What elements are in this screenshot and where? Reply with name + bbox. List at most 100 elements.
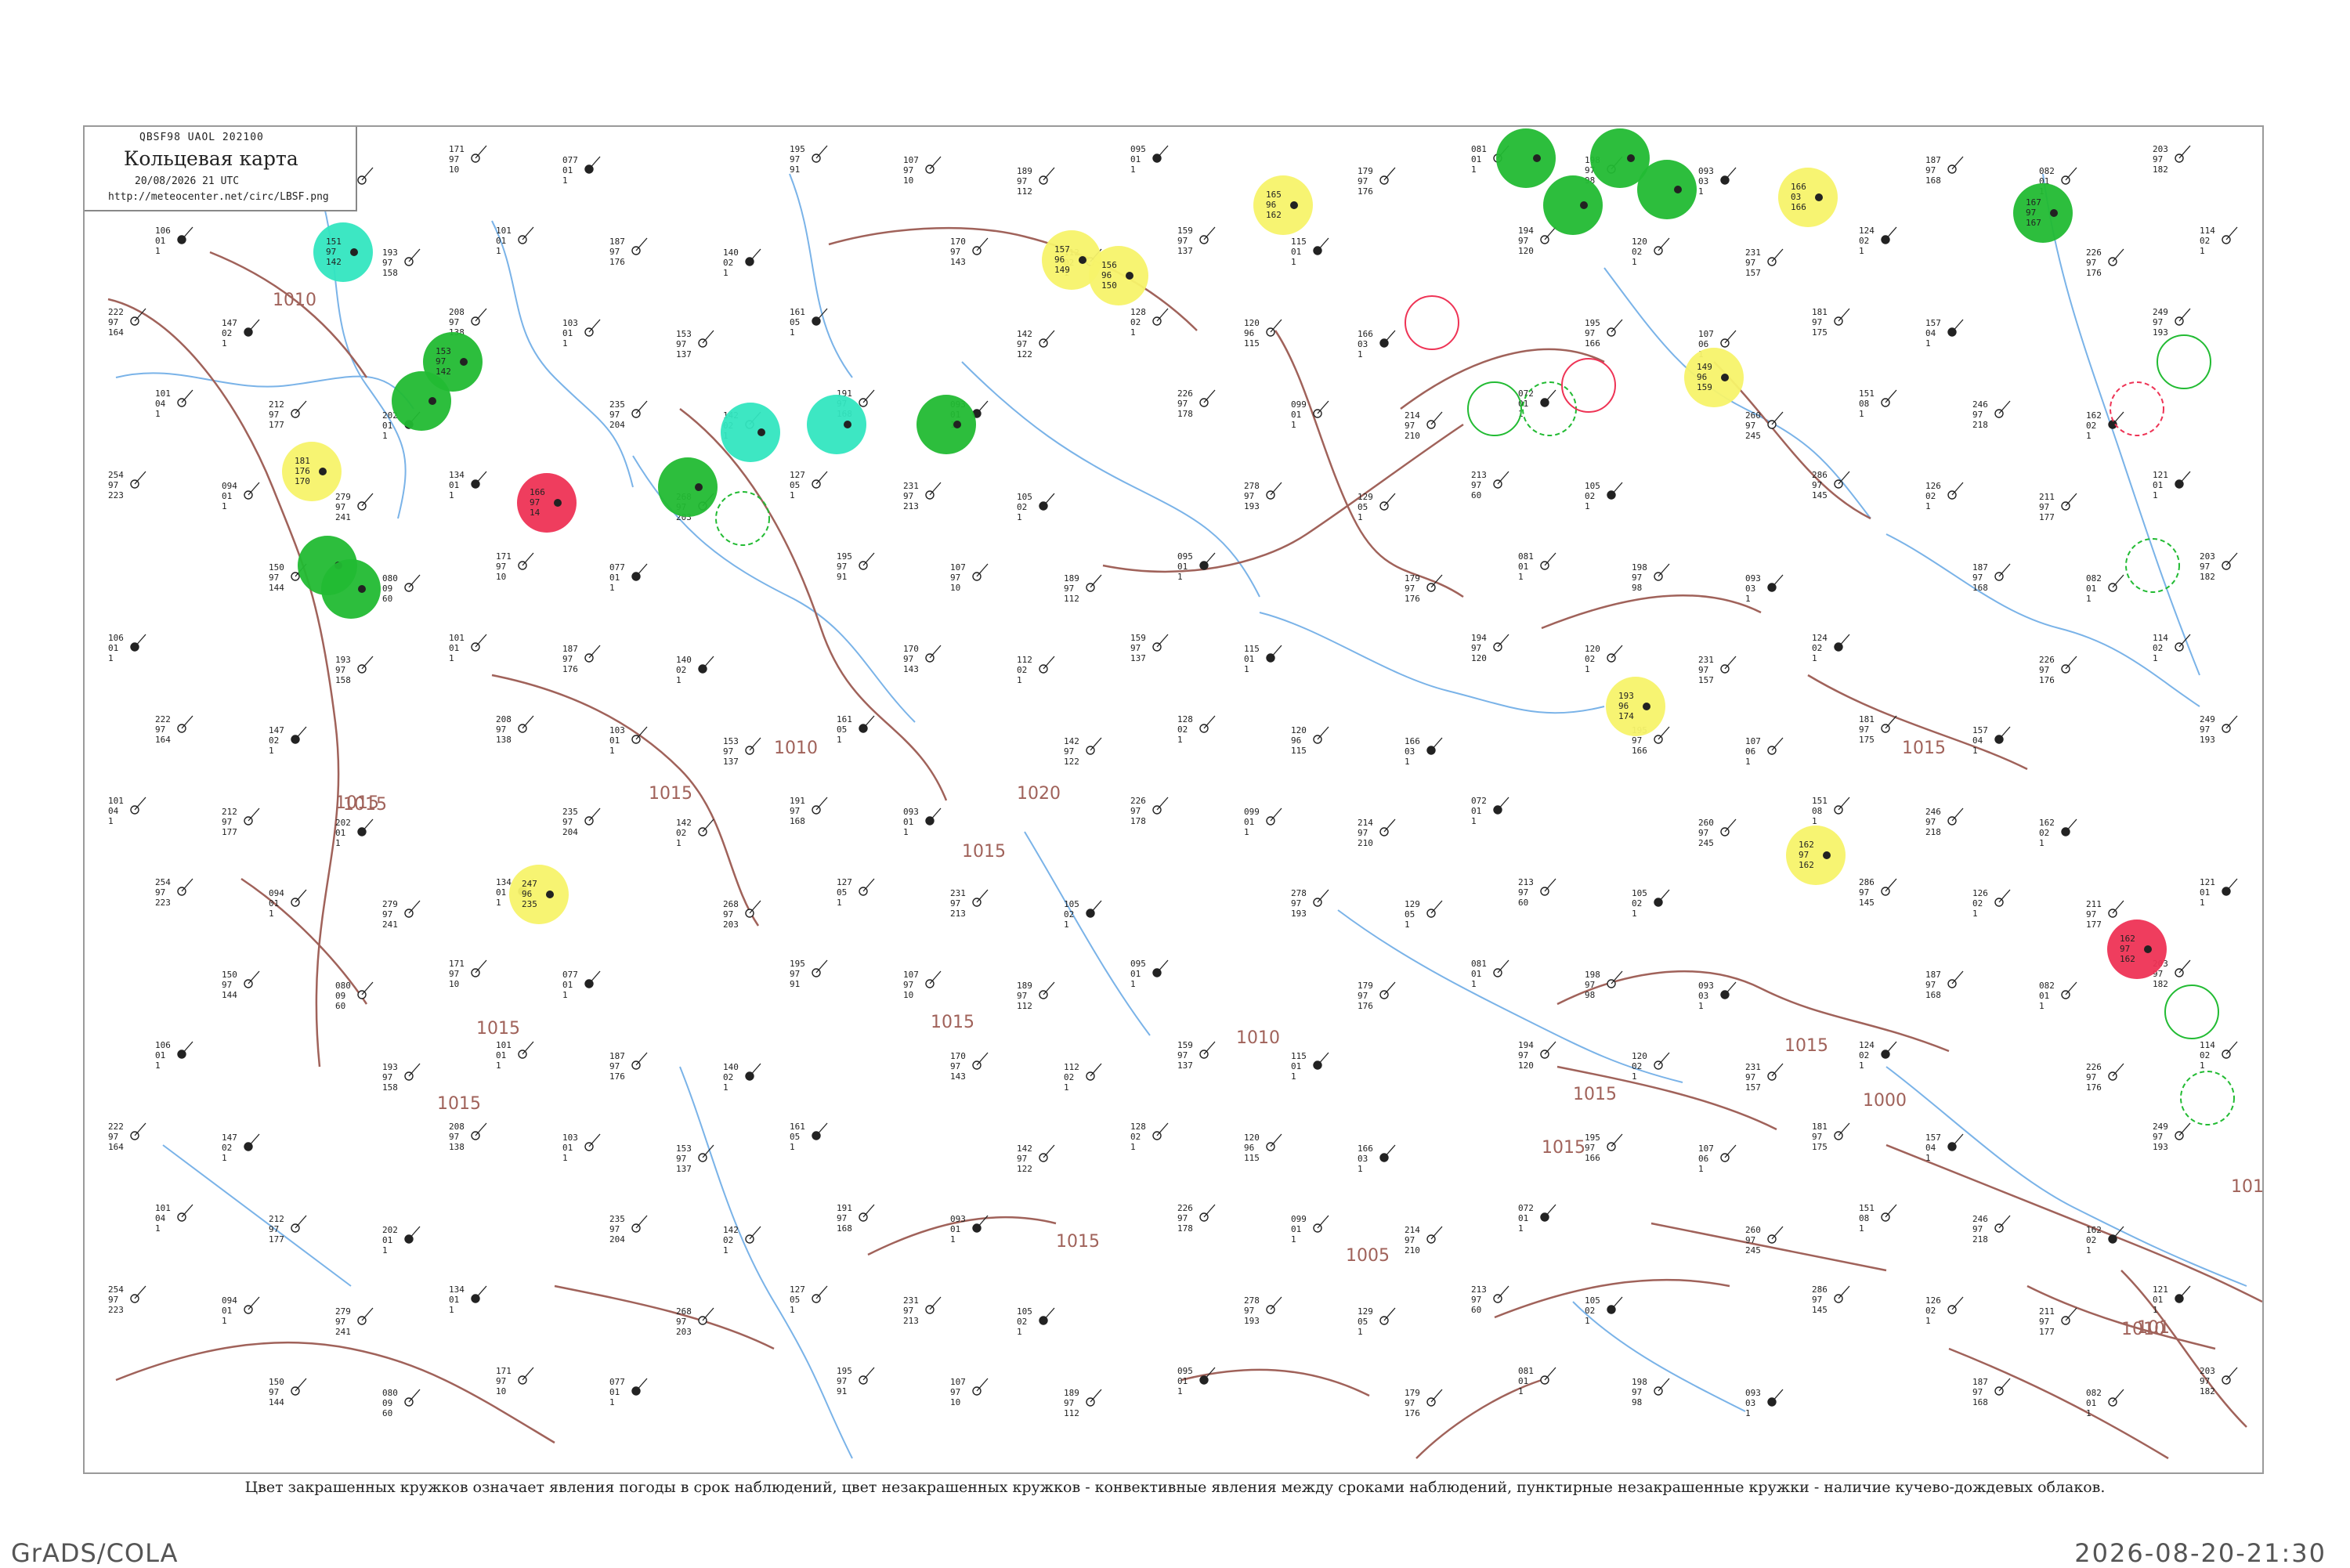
station-temp: 195 [790,959,805,969]
station-dew: 176 [562,664,578,674]
station-code: 97 [1812,1295,1822,1305]
station-temp: 094 [269,888,284,898]
isobar-label: 1020 [1017,784,1061,804]
station-value: 193 [1618,691,1634,701]
station-plot: 23197157 [1745,247,1784,278]
station-dew: 137 [723,757,739,767]
station-code: 97 [1405,1235,1415,1245]
station-dew: 1 [1064,1082,1069,1093]
wind-barb [1544,1204,1556,1218]
station-value: 167 [2026,197,2041,208]
station-dew: 1 [2086,594,2092,604]
station-dew: 1 [562,990,568,1000]
wind-barb [815,145,828,159]
station-temp: 171 [496,1366,512,1376]
station-dew: 10 [449,164,459,175]
wind-barb [1998,726,2011,740]
station-temp: 126 [1925,1295,1941,1306]
wind-barb [749,1063,761,1077]
station-dew: 1 [1632,1071,1637,1082]
wind-barb [475,634,487,648]
weather-disk-rain [1543,175,1603,235]
station-code: 97 [1244,1306,1254,1316]
station-plot: 18797168 [1925,970,1964,1000]
station-code: 01 [609,573,620,583]
weather-disk-rain [1637,160,1697,219]
weather-disk-shower [721,403,780,462]
station-dew: 1 [790,1142,795,1152]
wind-barb [181,1041,193,1055]
station-dew: 176 [609,1071,625,1082]
wind-barb [1658,889,1670,903]
station-code: 97 [449,317,459,327]
station-plot: 129051 [1358,1306,1396,1337]
wind-barb [976,1378,989,1392]
station-circle [1627,154,1635,162]
station-temp: 114 [2200,1040,2215,1050]
station-temp: 214 [1405,410,1420,421]
station-dew: 1 [2200,898,2205,908]
station-plot: 18797176 [562,644,601,674]
station-code: 09 [382,1398,392,1408]
station-dew: 1 [1244,664,1249,674]
station-value: 96 [1054,255,1065,265]
station-code: 08 [1859,399,1869,409]
wind-barb [408,248,421,262]
station-temp: 193 [335,655,351,665]
station-plot: 22297164 [155,714,193,745]
station-code: 97 [2039,502,2049,512]
wind-barb [1270,1133,1282,1147]
station-plot: 106011 [108,633,146,663]
isobar-label: 1010 [273,291,316,310]
station-code: 02 [723,1235,733,1245]
station-temp: 181 [1812,1122,1828,1132]
wind-barb [522,1041,534,1055]
station-temp: 208 [496,714,512,724]
station-temp: 114 [2153,633,2168,643]
station-code: 97 [1291,898,1301,909]
station-plot: 27897193 [1244,481,1282,511]
station-temp: 093 [1745,573,1761,583]
station-dew: 1 [1859,409,1864,419]
station-code: 97 [1358,991,1368,1001]
station-code: 05 [790,480,800,490]
station-dew: 175 [1812,1142,1828,1152]
station-code: 97 [2200,562,2210,572]
station-dew: 158 [382,1082,398,1093]
station-temp: 235 [562,807,578,817]
station-dew: 245 [1745,431,1761,441]
wind-barb [181,878,193,892]
station-code: 97 [1177,399,1188,409]
station-temp: 203 [2200,551,2215,562]
wind-barb [1771,737,1784,751]
station-value: 97 [1799,850,1809,860]
station-dew: 1 [723,1245,728,1255]
station-code: 01 [562,328,573,338]
station-plot: 26097245 [1745,1225,1784,1255]
station-plot: 18997112 [1064,1388,1102,1418]
station-temp: 115 [1244,644,1260,654]
station-dew: 1 [1698,1164,1704,1174]
station-dew: 145 [1812,1305,1828,1315]
station-temp: 101 [155,388,171,399]
wind-barb [862,389,875,403]
station-code: 04 [108,806,119,816]
station-temp: 099 [1291,1214,1307,1224]
station-plot: 101011 [496,226,534,256]
station-dew: 1 [790,490,795,500]
station-plot: 23197213 [903,481,942,511]
station-code: 02 [2086,1235,2096,1245]
station-temp: 134 [496,877,512,887]
wind-barb [1156,1122,1169,1136]
weather-disk [1543,175,1603,235]
wind-barb [749,248,761,262]
isobar-label: 1015 [1573,1085,1617,1104]
wind-barb [295,400,307,414]
station-plot: 094011 [222,1295,260,1326]
station-circle [1674,186,1682,193]
station-code: 02 [676,828,686,838]
station-value: 159 [1697,382,1712,392]
station-plot: 26897203 [723,899,761,930]
station-dew: 112 [1017,186,1032,197]
station-temp: 150 [269,562,284,573]
